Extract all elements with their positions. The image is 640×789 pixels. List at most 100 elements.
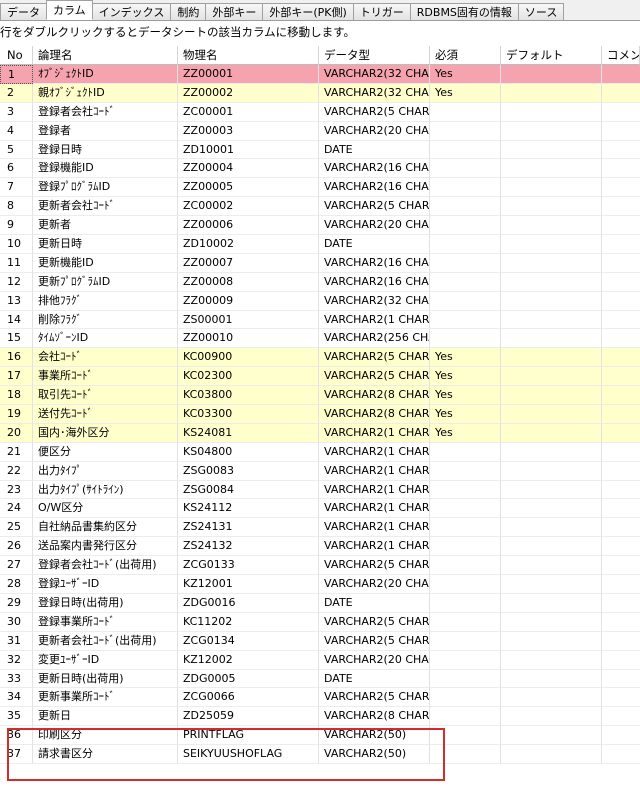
cell-default bbox=[501, 140, 602, 160]
table-row[interactable]: 14 削除ﾌﾗｸﾞ ZS00001 VARCHAR2(1 CHAR) bbox=[0, 310, 640, 330]
cell-physical-name: ZS00001 bbox=[178, 310, 319, 330]
cell-data-type: VARCHAR2(32 CHAR) bbox=[319, 291, 430, 311]
table-row[interactable]: 2 親ｵﾌﾞｼﾞｪｸﾄID ZZ00002 VARCHAR2(32 CHAR) Yes bbox=[0, 83, 640, 103]
cell-comment bbox=[602, 537, 640, 557]
cell-no: 31 bbox=[0, 631, 33, 651]
cell-logical-name: 登録者 bbox=[33, 121, 178, 141]
tab-5[interactable]: 外部キー(PK側) bbox=[262, 3, 354, 20]
tab-0[interactable]: データ bbox=[0, 3, 47, 20]
cell-comment bbox=[602, 613, 640, 632]
hint-text: 行をダブルクリックするとデータシートの該当カラムに移動します。 bbox=[0, 25, 356, 39]
tab-1[interactable]: カラム bbox=[46, 0, 93, 20]
table-row[interactable]: 7 登録ﾌﾟﾛｸﾞﾗﾑID ZZ00005 VARCHAR2(16 CHAR) bbox=[0, 178, 640, 198]
header-no[interactable]: No bbox=[0, 46, 33, 65]
table-row[interactable]: 26 送品案内書発行区分 ZS24132 VARCHAR2(1 CHAR) bbox=[0, 537, 640, 557]
table-row[interactable]: 30 登録事業所ｺｰﾄﾞ KC11202 VARCHAR2(5 CHAR) bbox=[0, 612, 640, 632]
table-row[interactable]: 34 更新事業所ｺｰﾄﾞ ZCG0066 VARCHAR2(5 CHAR) bbox=[0, 688, 640, 708]
header-comment[interactable]: コメント bbox=[602, 46, 640, 65]
table-row[interactable]: 9 更新者 ZZ00006 VARCHAR2(20 CHAR) bbox=[0, 216, 640, 236]
cell-physical-name: KS24112 bbox=[178, 499, 319, 519]
table-row[interactable]: 23 出力ﾀｲﾌﾟ(ｻｲﾄﾗｲﾝ) ZSG0084 VARCHAR2(1 CHAR) bbox=[0, 480, 640, 500]
cell-no: 34 bbox=[0, 688, 33, 708]
table-row[interactable]: 5 登録日時 ZD10001 DATE bbox=[0, 140, 640, 160]
cell-data-type: VARCHAR2(8 CHAR) bbox=[319, 405, 430, 424]
cell-physical-name: ZC00002 bbox=[178, 197, 319, 217]
cell-default bbox=[501, 235, 602, 254]
header-data-type[interactable]: データ型 bbox=[319, 46, 430, 65]
cell-default bbox=[501, 310, 602, 330]
cell-data-type: VARCHAR2(16 CHAR) bbox=[319, 272, 430, 292]
cell-required bbox=[430, 253, 501, 273]
cell-physical-name: KS24081 bbox=[178, 423, 319, 443]
cell-default bbox=[501, 272, 602, 292]
table-row[interactable]: 3 登録者会社ｺｰﾄﾞ ZC00001 VARCHAR2(5 CHAR) bbox=[0, 102, 640, 122]
table-row[interactable]: 8 更新者会社ｺｰﾄﾞ ZC00002 VARCHAR2(5 CHAR) bbox=[0, 197, 640, 217]
cell-data-type: VARCHAR2(5 CHAR) bbox=[319, 631, 430, 651]
tab-7[interactable]: RDBMS固有の情報 bbox=[409, 3, 519, 20]
table-row[interactable]: 16 会社ｺｰﾄﾞ KC00900 VARCHAR2(5 CHAR) Yes bbox=[0, 348, 640, 368]
table-row[interactable]: 32 変更ﾕｰｻﾞｰID KZ12002 VARCHAR2(20 CHAR) bbox=[0, 650, 640, 670]
cell-required: Yes bbox=[430, 386, 501, 406]
table-row[interactable]: 20 国内･海外区分 KS24081 VARCHAR2(1 CHAR) Yes bbox=[0, 423, 640, 443]
tab-4[interactable]: 外部キー bbox=[205, 3, 264, 20]
table-row[interactable]: 18 取引先ｺｰﾄﾞ KC03800 VARCHAR2(8 CHAR) Yes bbox=[0, 386, 640, 406]
cell-physical-name: ZZ00006 bbox=[178, 216, 319, 236]
table-row[interactable]: 6 登録機能ID ZZ00004 VARCHAR2(16 CHAR) bbox=[0, 159, 640, 179]
table-row[interactable]: 13 排他ﾌﾗｸﾞ ZZ00009 VARCHAR2(32 CHAR) bbox=[0, 291, 640, 311]
cell-default bbox=[501, 253, 602, 273]
header-default[interactable]: デフォルト bbox=[501, 46, 602, 65]
cell-no: 19 bbox=[0, 405, 33, 424]
table-row[interactable]: 33 更新日時(出荷用) ZDG0005 DATE bbox=[0, 669, 640, 689]
table-row[interactable]: 17 事業所ｺｰﾄﾞ KC02300 VARCHAR2(5 CHAR) Yes bbox=[0, 367, 640, 387]
tab-3[interactable]: 制約 bbox=[170, 3, 207, 20]
cell-required bbox=[430, 310, 501, 330]
table-row[interactable]: 19 送付先ｺｰﾄﾞ KC03300 VARCHAR2(8 CHAR) Yes bbox=[0, 405, 640, 424]
table-row[interactable]: 15ﾀｲﾑｿﾞｰﾝIDZZ00010VARCHAR2(256 CHAR) bbox=[0, 329, 640, 349]
cell-data-type: VARCHAR2(1 CHAR) bbox=[319, 310, 430, 330]
cell-data-type: DATE bbox=[319, 140, 430, 160]
cell-logical-name: 登録事業所ｺｰﾄﾞ bbox=[33, 612, 178, 632]
table-row[interactable]: 4 登録者 ZZ00003 VARCHAR2(20 CHAR) bbox=[0, 121, 640, 141]
table-row[interactable]: 21 便区分 KS04800 VARCHAR2(1 CHAR) bbox=[0, 442, 640, 462]
header-logical-name[interactable]: 論理名 bbox=[33, 46, 178, 65]
grid-header: No 論理名 物理名 データ型 必須 デフォルト コメント bbox=[0, 46, 640, 65]
table-row[interactable]: 24 O/W区分 KS24112 VARCHAR2(1 CHAR) bbox=[0, 499, 640, 519]
cell-no: 35 bbox=[0, 707, 33, 727]
cell-logical-name: 削除ﾌﾗｸﾞ bbox=[33, 310, 178, 330]
table-row[interactable]: 12 更新ﾌﾟﾛｸﾞﾗﾑID ZZ00008 VARCHAR2(16 CHAR) bbox=[0, 272, 640, 292]
cell-data-type: VARCHAR2(1 CHAR) bbox=[319, 518, 430, 538]
table-row[interactable]: 28 登録ﾕｰｻﾞｰID KZ12001 VARCHAR2(20 CHAR) bbox=[0, 575, 640, 594]
cell-physical-name: KC00900 bbox=[178, 348, 319, 368]
cell-required bbox=[430, 197, 501, 217]
cell-comment bbox=[602, 348, 640, 368]
cell-required bbox=[430, 329, 501, 349]
cell-default bbox=[501, 405, 602, 424]
cell-default bbox=[501, 159, 602, 179]
cell-default bbox=[501, 329, 602, 349]
table-row[interactable]: 25 自社納品書集約区分 ZS24131 VARCHAR2(1 CHAR) bbox=[0, 518, 640, 538]
table-row[interactable]: 29 登録日時(出荷用) ZDG0016 DATE bbox=[0, 593, 640, 613]
table-row[interactable]: 27 登録者会社ｺｰﾄﾞ(出荷用) ZCG0133 VARCHAR2(5 CHAR) bbox=[0, 556, 640, 576]
cell-logical-name: 送品案内書発行区分 bbox=[33, 537, 178, 557]
cell-required bbox=[430, 121, 501, 141]
table-row[interactable]: 22 出力ﾀｲﾌﾟ ZSG0083 VARCHAR2(1 CHAR) bbox=[0, 461, 640, 481]
cell-default bbox=[501, 707, 602, 727]
cell-physical-name: ZS24131 bbox=[178, 518, 319, 538]
header-required[interactable]: 必須 bbox=[430, 46, 501, 65]
cell-required bbox=[430, 480, 501, 500]
cell-no: 9 bbox=[0, 216, 33, 236]
header-physical-name[interactable]: 物理名 bbox=[178, 46, 319, 65]
cell-no: 24 bbox=[0, 499, 33, 519]
table-row[interactable]: 1 ｵﾌﾞｼﾞｪｸﾄID ZZ00001 VARCHAR2(32 CHAR) Yes bbox=[0, 65, 640, 84]
tab-8[interactable]: ソース bbox=[517, 3, 565, 20]
cell-comment bbox=[602, 235, 640, 254]
cell-data-type: VARCHAR2(16 CHAR) bbox=[319, 178, 430, 198]
column-grid[interactable]: No 論理名 物理名 データ型 必須 デフォルト コメント 1ｵﾌﾞｼﾞｪｸﾄI… bbox=[0, 46, 640, 764]
tab-6[interactable]: トリガー bbox=[352, 3, 411, 20]
table-row[interactable]: 10 更新日時 ZD10002 DATE bbox=[0, 235, 640, 254]
table-row[interactable]: 31 更新者会社ｺｰﾄﾞ(出荷用) ZCG0134 VARCHAR2(5 CHAR) bbox=[0, 631, 640, 651]
table-row[interactable]: 11 更新機能ID ZZ00007 VARCHAR2(16 CHAR) bbox=[0, 253, 640, 273]
tab-2[interactable]: インデックス bbox=[91, 3, 172, 20]
cell-default bbox=[501, 593, 602, 613]
table-row[interactable]: 35 更新日 ZD25059 VARCHAR2(8 CHAR) bbox=[0, 707, 640, 727]
